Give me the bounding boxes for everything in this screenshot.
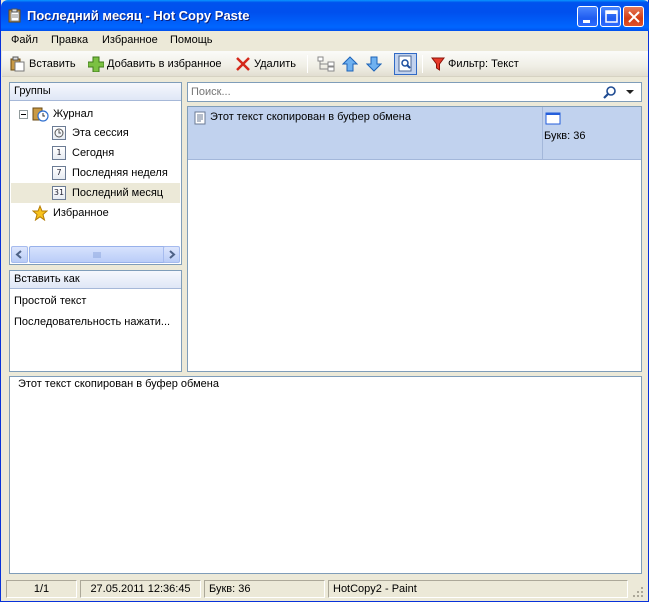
tree-item-journal[interactable]: Журнал <box>32 104 180 124</box>
text-document-icon <box>194 111 206 125</box>
preview-icon <box>398 55 412 72</box>
preview-panel[interactable]: Этот текст скопирован в буфер обмена <box>9 376 642 574</box>
search-box <box>187 82 642 102</box>
groups-hscrollbar[interactable] <box>11 246 180 263</box>
status-position: 1/1 <box>6 580 77 598</box>
this-session-label: Эта сессия <box>72 127 129 139</box>
chevron-left-icon <box>15 250 22 259</box>
close-icon <box>628 11 640 23</box>
tree-item-last-month[interactable]: 31 Последний месяц <box>11 183 180 203</box>
status-bar: 1/1 27.05.2011 12:36:45 Букв: 36 HotCopy… <box>2 578 648 600</box>
tree-item-today[interactable]: 1 Сегодня <box>52 143 180 163</box>
paste-as-header: Вставить как <box>10 271 181 289</box>
tree-item-last-week[interactable]: 7 Последняя неделя <box>52 163 180 183</box>
clip-text: Этот текст скопирован в буфер обмена <box>210 111 411 123</box>
close-button[interactable] <box>623 6 644 27</box>
move-down-button[interactable] <box>366 55 385 73</box>
calendar-week-icon: 7 <box>52 166 66 180</box>
clip-row[interactable]: Этот текст скопирован в буфер обмена Бук… <box>188 107 641 160</box>
arrow-up-icon <box>342 56 358 72</box>
search-icon[interactable] <box>602 85 618 100</box>
status-letters: Букв: 36 <box>204 580 325 598</box>
filter-button[interactable]: Фильтр: Текст <box>431 55 519 73</box>
favorites-label: Избранное <box>53 207 109 219</box>
chevron-right-icon <box>169 250 176 259</box>
menu-favorites[interactable]: Избранное <box>102 34 158 46</box>
search-input[interactable] <box>189 84 599 100</box>
menu-file[interactable]: Файл <box>11 34 38 46</box>
paste-as-plain-text[interactable]: Простой текст <box>14 295 86 307</box>
scroll-thumb[interactable] <box>29 246 166 263</box>
tree-structure-icon <box>317 56 335 72</box>
delete-label: Удалить <box>254 58 296 70</box>
calendar-month-icon: 31 <box>52 186 66 200</box>
menu-edit[interactable]: Правка <box>51 34 88 46</box>
app-window: Последний месяц - Hot Copy Paste Файл Пр… <box>0 0 649 602</box>
status-source: HotCopy2 - Paint <box>328 580 628 598</box>
grip-icon <box>93 252 101 258</box>
paste-button[interactable]: Вставить <box>10 55 76 73</box>
paste-icon <box>10 56 25 72</box>
app-clipboard-icon <box>8 8 21 23</box>
paste-as-keystrokes[interactable]: Последовательность нажати... <box>14 316 170 328</box>
menu-help[interactable]: Помощь <box>170 34 213 46</box>
title-bar[interactable]: Последний месяц - Hot Copy Paste <box>1 0 649 31</box>
today-label: Сегодня <box>72 147 115 159</box>
toolbar-separator <box>307 55 308 73</box>
filter-funnel-icon <box>431 57 445 71</box>
filter-label: Фильтр: Текст <box>448 58 519 70</box>
journal-clock-icon <box>32 107 49 122</box>
last-week-label: Последняя неделя <box>72 167 168 179</box>
clip-letter-count: Букв: 36 <box>544 130 586 142</box>
star-icon <box>32 205 48 221</box>
preview-toggle-button[interactable] <box>394 53 417 75</box>
last-month-label: Последний месяц <box>72 187 164 199</box>
toolbar-separator <box>422 55 423 73</box>
minimize-icon <box>583 20 590 23</box>
scroll-right-button[interactable] <box>163 246 180 263</box>
preview-text: Этот текст скопирован в буфер обмена <box>18 378 219 390</box>
add-favorite-label: Добавить в избранное <box>107 58 222 70</box>
column-divider <box>542 107 543 160</box>
minimize-button[interactable] <box>577 6 598 27</box>
add-favorite-button[interactable]: Добавить в избранное <box>88 55 222 73</box>
groups-header: Группы <box>10 83 181 101</box>
collapse-toggle[interactable] <box>19 110 28 119</box>
journal-label: Журнал <box>53 108 94 120</box>
arrow-down-icon <box>366 56 382 72</box>
paste-as-panel: Вставить как Простой текст Последователь… <box>9 270 182 372</box>
paste-label: Вставить <box>29 58 76 70</box>
status-datetime: 27.05.2011 12:36:45 <box>80 580 201 598</box>
toolbar: Вставить Добавить в избранное Удалить Фи… <box>2 51 648 77</box>
tree-item-favorites[interactable]: Избранное <box>32 203 180 223</box>
maximize-icon <box>605 10 618 23</box>
tree-item-this-session[interactable]: Эта сессия <box>52 123 180 143</box>
menu-bar: Файл Правка Избранное Помощь <box>2 31 648 51</box>
window-source-icon <box>545 112 561 125</box>
add-favorite-icon <box>88 56 104 72</box>
move-up-button[interactable] <box>342 55 361 73</box>
delete-icon <box>236 57 250 71</box>
calendar-day-icon: 1 <box>52 146 66 160</box>
clip-list: Этот текст скопирован в буфер обмена Бук… <box>187 106 642 372</box>
resize-grip-icon[interactable] <box>632 586 644 598</box>
maximize-button[interactable] <box>600 6 621 27</box>
groups-panel: Группы Журнал Эта сессия 1 Сегодня 7 Пос… <box>9 82 182 265</box>
tree-view-button[interactable] <box>317 55 338 73</box>
delete-button[interactable]: Удалить <box>235 55 296 73</box>
session-clock-icon <box>52 126 66 140</box>
scroll-left-button[interactable] <box>11 246 28 263</box>
window-title: Последний месяц - Hot Copy Paste <box>27 8 250 23</box>
chevron-down-icon[interactable] <box>625 88 635 96</box>
